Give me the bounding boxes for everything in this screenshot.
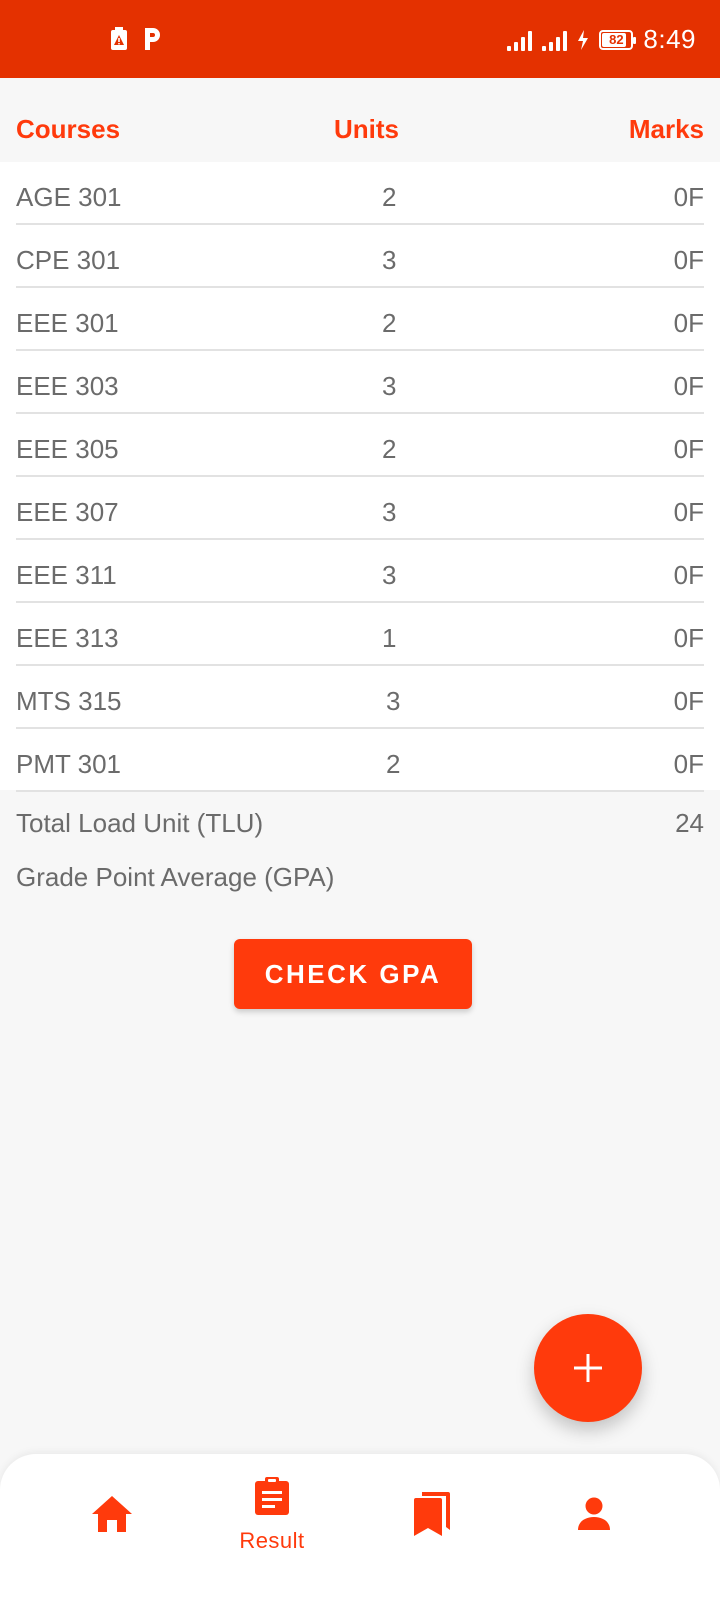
course-mark: 0F	[673, 749, 704, 779]
notification-icons	[110, 26, 162, 52]
course-units: 2	[382, 308, 397, 338]
bookmarks-icon	[414, 1492, 450, 1536]
course-code: PMT 301	[16, 749, 122, 779]
check-gpa-button[interactable]: CHECK GPA	[234, 939, 472, 1009]
course-units: 3	[382, 560, 397, 590]
tlu-line: Total Load Unit (TLU) 24	[16, 808, 704, 862]
course-list: AGE 301 2 0F CPE 301 3 0F EEE 301 2 0F E…	[0, 162, 720, 792]
plus-icon	[574, 1354, 602, 1382]
course-row[interactable]: EEE 307 3 0F	[16, 477, 704, 540]
course-units: 3	[386, 686, 401, 716]
course-row[interactable]: AGE 301 2 0F	[16, 162, 704, 225]
nav-result[interactable]: Result	[192, 1454, 352, 1600]
course-mark: 0F	[673, 308, 704, 338]
status-bar: 82 8:49	[0, 0, 720, 78]
charging-bolt-icon	[578, 29, 589, 50]
course-mark: 0F	[673, 434, 704, 464]
course-mark: 0F	[673, 623, 704, 653]
p-app-icon	[145, 28, 160, 50]
course-row[interactable]: EEE 305 2 0F	[16, 414, 704, 477]
course-mark: 0F	[673, 497, 704, 527]
header-marks: Marks	[628, 114, 704, 144]
add-course-button[interactable]	[534, 1314, 642, 1422]
course-units: 3	[382, 371, 397, 401]
course-mark: 0F	[673, 371, 704, 401]
course-code: EEE 305	[16, 434, 119, 464]
home-icon	[92, 1496, 132, 1532]
tlu-value: 24	[675, 808, 704, 838]
course-units: 2	[382, 182, 397, 212]
course-mark: 0F	[673, 182, 704, 212]
nav-result-label: Result	[239, 1528, 305, 1553]
course-mark: 0F	[673, 245, 704, 275]
nav-home[interactable]	[32, 1454, 192, 1600]
course-mark: 0F	[673, 560, 704, 590]
battery-icon: 82	[599, 29, 637, 50]
header-courses: Courses	[16, 114, 121, 144]
course-row[interactable]: EEE 313 1 0F	[16, 603, 704, 666]
person-icon	[578, 1497, 610, 1530]
course-code: CPE 301	[16, 245, 121, 275]
totals-section: Total Load Unit (TLU) 24 Grade Point Ave…	[16, 808, 704, 916]
course-code: EEE 307	[16, 497, 119, 527]
course-row[interactable]: PMT 301 2 0F	[16, 729, 704, 792]
course-row[interactable]: CPE 301 3 0F	[16, 225, 704, 288]
course-code: AGE 301	[16, 182, 122, 212]
course-code: EEE 301	[16, 308, 119, 338]
course-units: 3	[382, 497, 397, 527]
course-row[interactable]: EEE 301 2 0F	[16, 288, 704, 351]
table-header: Courses Units Marks	[0, 78, 720, 162]
course-mark: 0F	[673, 686, 704, 716]
battery-level: 82	[609, 32, 624, 47]
course-units: 3	[382, 245, 397, 275]
nav-bookmarks[interactable]	[352, 1454, 512, 1600]
course-units: 2	[382, 434, 397, 464]
status-time: 8:49	[643, 24, 696, 54]
header-units: Units	[334, 114, 399, 144]
clipboard-icon	[255, 1477, 289, 1515]
tlu-label: Total Load Unit (TLU)	[16, 808, 264, 838]
signal-icon-2	[542, 29, 568, 51]
nav-profile[interactable]	[514, 1454, 674, 1600]
course-row[interactable]: EEE 303 3 0F	[16, 351, 704, 414]
course-row[interactable]: MTS 315 3 0F	[16, 666, 704, 729]
course-units: 1	[382, 623, 397, 653]
bottom-nav: Result	[0, 1454, 720, 1600]
course-code: EEE 303	[16, 371, 119, 401]
course-code: EEE 311	[16, 560, 117, 590]
course-row[interactable]: EEE 311 3 0F	[16, 540, 704, 603]
course-code: MTS 315	[16, 686, 122, 716]
course-units: 2	[386, 749, 401, 779]
signal-icon	[507, 29, 533, 51]
course-code: EEE 313	[16, 623, 119, 653]
gpa-label: Grade Point Average (GPA)	[16, 862, 335, 892]
warning-battery-icon	[111, 27, 127, 50]
gpa-line: Grade Point Average (GPA)	[16, 862, 704, 916]
